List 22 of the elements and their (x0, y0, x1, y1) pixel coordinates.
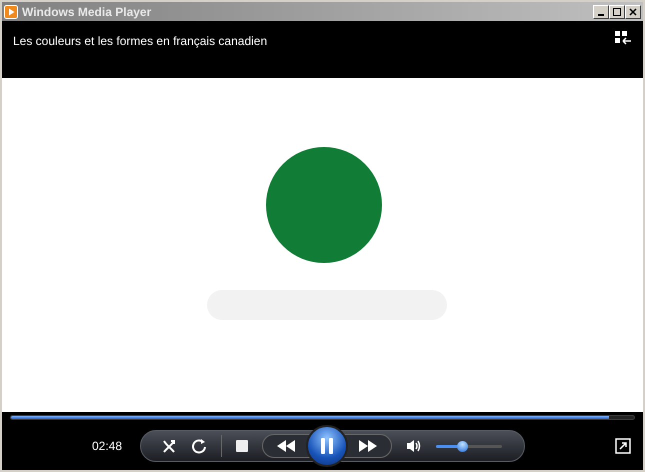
close-button[interactable] (625, 4, 641, 18)
maximize-button[interactable] (609, 4, 625, 18)
maximize-icon (613, 8, 621, 16)
rewind-icon (277, 440, 295, 452)
repeat-button[interactable] (191, 438, 207, 454)
seek-bar[interactable] (10, 414, 635, 420)
minimize-button[interactable] (593, 4, 609, 18)
volume-slider[interactable] (436, 440, 502, 452)
close-icon (629, 8, 637, 16)
switch-to-library-button[interactable] (614, 30, 632, 46)
minimize-icon (598, 14, 604, 16)
shuffle-button[interactable] (161, 438, 177, 454)
app-logo-icon (4, 4, 18, 18)
media-title: Les couleurs et les formes en français canadien (13, 33, 268, 50)
rewind-button[interactable] (262, 434, 310, 458)
fast-forward-icon (359, 440, 377, 452)
full-screen-button[interactable] (615, 438, 631, 454)
volume-button[interactable] (406, 439, 422, 453)
window-title: Windows Media Player (22, 4, 152, 20)
pause-button[interactable] (306, 425, 348, 467)
fast-forward-button[interactable] (344, 434, 392, 458)
elapsed-time: 02:48 (92, 438, 124, 455)
